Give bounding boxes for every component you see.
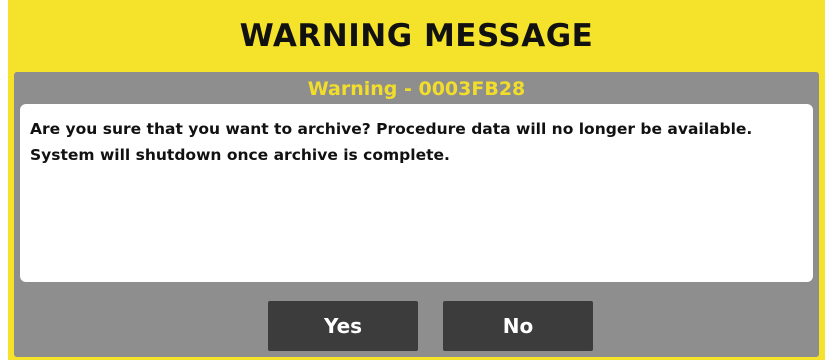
dialog-title: WARNING MESSAGE bbox=[239, 18, 594, 54]
yes-button-label: Yes bbox=[323, 314, 363, 338]
dialog-title-bar: WARNING MESSAGE bbox=[8, 0, 825, 72]
no-button[interactable]: No bbox=[443, 301, 593, 351]
warning-code: Warning - 0003FB28 bbox=[307, 78, 526, 100]
message-box: Are you sure that you want to archive? P… bbox=[20, 104, 813, 282]
no-button-label: No bbox=[502, 314, 534, 338]
message-line-1: Are you sure that you want to archive? P… bbox=[30, 120, 753, 138]
dialog-panel: Warning - 0003FB28 Are you sure that you… bbox=[14, 72, 819, 357]
message-line-2: System will shutdown once archive is com… bbox=[30, 146, 450, 164]
dialog-subtitle-bar: Warning - 0003FB28 bbox=[14, 72, 819, 106]
yes-button[interactable]: Yes bbox=[268, 301, 418, 351]
warning-dialog: WARNING MESSAGE Warning - 0003FB28 Are y… bbox=[8, 0, 825, 360]
